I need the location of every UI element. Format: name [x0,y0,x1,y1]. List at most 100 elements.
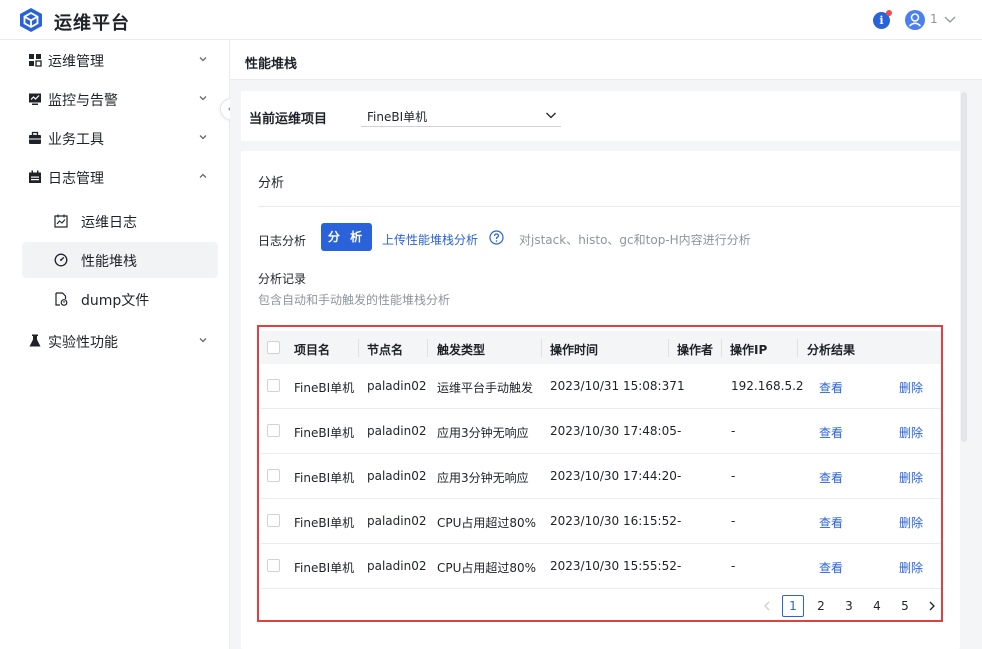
delete-link[interactable]: 删除 [899,469,923,486]
project-select[interactable]: FineBI单机 [361,103,561,127]
user-icon [908,13,922,27]
analysis-hint: 对jstack、histo、gc和top-H内容进行分析 [519,233,751,247]
delete-link[interactable]: 删除 [899,379,923,396]
app-title: 运维平台 [54,13,130,34]
row-checkbox[interactable] [267,379,280,392]
sidebar-item-experimental[interactable]: 实验性功能 [0,322,229,360]
view-link[interactable]: 查看 [819,469,843,486]
cell-ip: 192.168.5.2 [731,379,804,393]
chevron-down-icon [199,135,207,140]
view-link[interactable]: 查看 [819,379,843,396]
sidebar-subitem-label: dump文件 [81,293,150,309]
main-scrollbar[interactable] [961,92,967,442]
log-chart-icon [54,214,68,228]
column-header-result: 分析结果 [807,343,856,357]
cell-node: paladin02 [367,379,427,393]
cell-trigger: CPU占用超过80% [437,516,537,530]
cell-node: paladin02 [367,559,427,573]
chevron-right-icon[interactable] [926,600,938,612]
cell-project: FineBI单机 [294,516,355,530]
table-header: 项目名 节点名 触发类型 操作时间 操作者 操作IP 分析结果 [261,331,941,364]
cell-project: FineBI单机 [294,471,355,485]
cell-operator: - [677,559,682,573]
upload-stack-link[interactable]: 上传性能堆栈分析 [382,231,478,248]
view-link[interactable]: 查看 [819,424,843,441]
sidebar-item-business-tools[interactable]: 业务工具 [0,119,229,157]
page-button[interactable]: 3 [838,595,860,617]
grid-icon [29,54,42,67]
chevron-up-icon [199,173,207,178]
view-link[interactable]: 查看 [819,514,843,531]
column-header-trigger: 触发类型 [437,343,486,357]
sidebar-subitem-label: 性能堆栈 [81,254,137,270]
sidebar-item-monitoring[interactable]: 监控与告警 [0,80,229,118]
select-all-checkbox[interactable] [267,341,280,354]
help-icon[interactable] [489,230,504,245]
cell-operator: 1 [677,379,685,393]
table-row: FineBI单机 paladin02 运维平台手动触发 2023/10/31 1… [261,364,941,409]
column-divider [427,339,428,357]
page-button[interactable]: 1 [782,595,804,617]
sidebar: 运维管理 监控与告警 业务工具 日志管理 运维日志 性能堆栈 dump文件 实验… [0,40,242,649]
sidebar-subitem-dump-file[interactable]: dump文件 [22,281,218,317]
calendar-icon [29,170,41,183]
dump-file-icon [55,292,68,306]
sidebar-item-log-management[interactable]: 日志管理 [0,158,229,196]
cell-project: FineBI单机 [294,426,355,440]
records-subtitle: 包含自动和手动触发的性能堆栈分析 [258,293,451,307]
cell-node: paladin02 [367,514,427,528]
info-icon[interactable]: i [873,10,892,29]
page-button[interactable]: 2 [810,595,832,617]
delete-link[interactable]: 删除 [899,424,923,441]
delete-link[interactable]: 删除 [899,559,923,576]
chevron-left-icon[interactable] [761,600,773,612]
sidebar-item-ops-management[interactable]: 运维管理 [0,41,229,79]
view-link[interactable]: 查看 [819,559,843,576]
delete-link[interactable]: 删除 [899,514,923,531]
row-checkbox[interactable] [267,469,280,482]
user-name[interactable]: 1 [930,12,938,26]
avatar[interactable] [905,10,925,30]
row-checkbox[interactable] [267,559,280,572]
records-title: 分析记录 [258,272,307,286]
page-button[interactable]: 4 [866,595,888,617]
cell-ip: - [731,559,736,573]
table-row: FineBI单机 paladin02 应用3分钟无响应 2023/10/30 1… [261,409,941,454]
chevron-down-icon[interactable] [943,12,957,26]
gauge-icon [54,253,68,267]
column-header-node: 节点名 [367,343,404,357]
chevron-down-icon [199,338,207,343]
column-divider [668,339,669,357]
sidebar-item-label: 日志管理 [48,171,104,187]
column-divider [541,339,542,357]
logo-icon [20,8,42,32]
cell-operator: - [677,424,682,438]
chevron-down-icon [546,112,556,119]
sidebar-subitem-performance-stack[interactable]: 性能堆栈 [22,242,218,278]
cell-time: 2023/10/30 15:55:52 [550,559,677,573]
flask-icon [29,334,41,347]
analysis-section-title: 分析 [258,176,285,191]
cell-time: 2023/10/31 15:08:37 [550,379,677,393]
cell-ip: - [731,514,736,528]
monitor-icon [29,93,41,105]
cell-trigger: CPU占用超过80% [437,561,537,575]
column-divider [721,339,722,357]
cell-trigger: 应用3分钟无响应 [437,471,529,485]
sidebar-subitem-ops-log[interactable]: 运维日志 [22,203,218,239]
row-checkbox[interactable] [267,424,280,437]
table-row: FineBI单机 paladin02 应用3分钟无响应 2023/10/30 1… [261,454,941,499]
row-checkbox[interactable] [267,514,280,527]
column-divider [358,339,359,357]
cell-ip: - [731,469,736,483]
cell-operator: - [677,514,682,528]
sidebar-item-label: 运维管理 [48,54,104,70]
cell-project: FineBI单机 [294,561,355,575]
project-label: 当前运维项目 [249,112,328,127]
cell-node: paladin02 [367,469,427,483]
cell-trigger: 运维平台手动触发 [437,381,534,395]
page-header: 性能堆栈 [230,40,982,80]
sidebar-subitem-label: 运维日志 [81,215,137,231]
page-button[interactable]: 5 [894,595,916,617]
analyze-button[interactable]: 分 析 [321,223,372,251]
